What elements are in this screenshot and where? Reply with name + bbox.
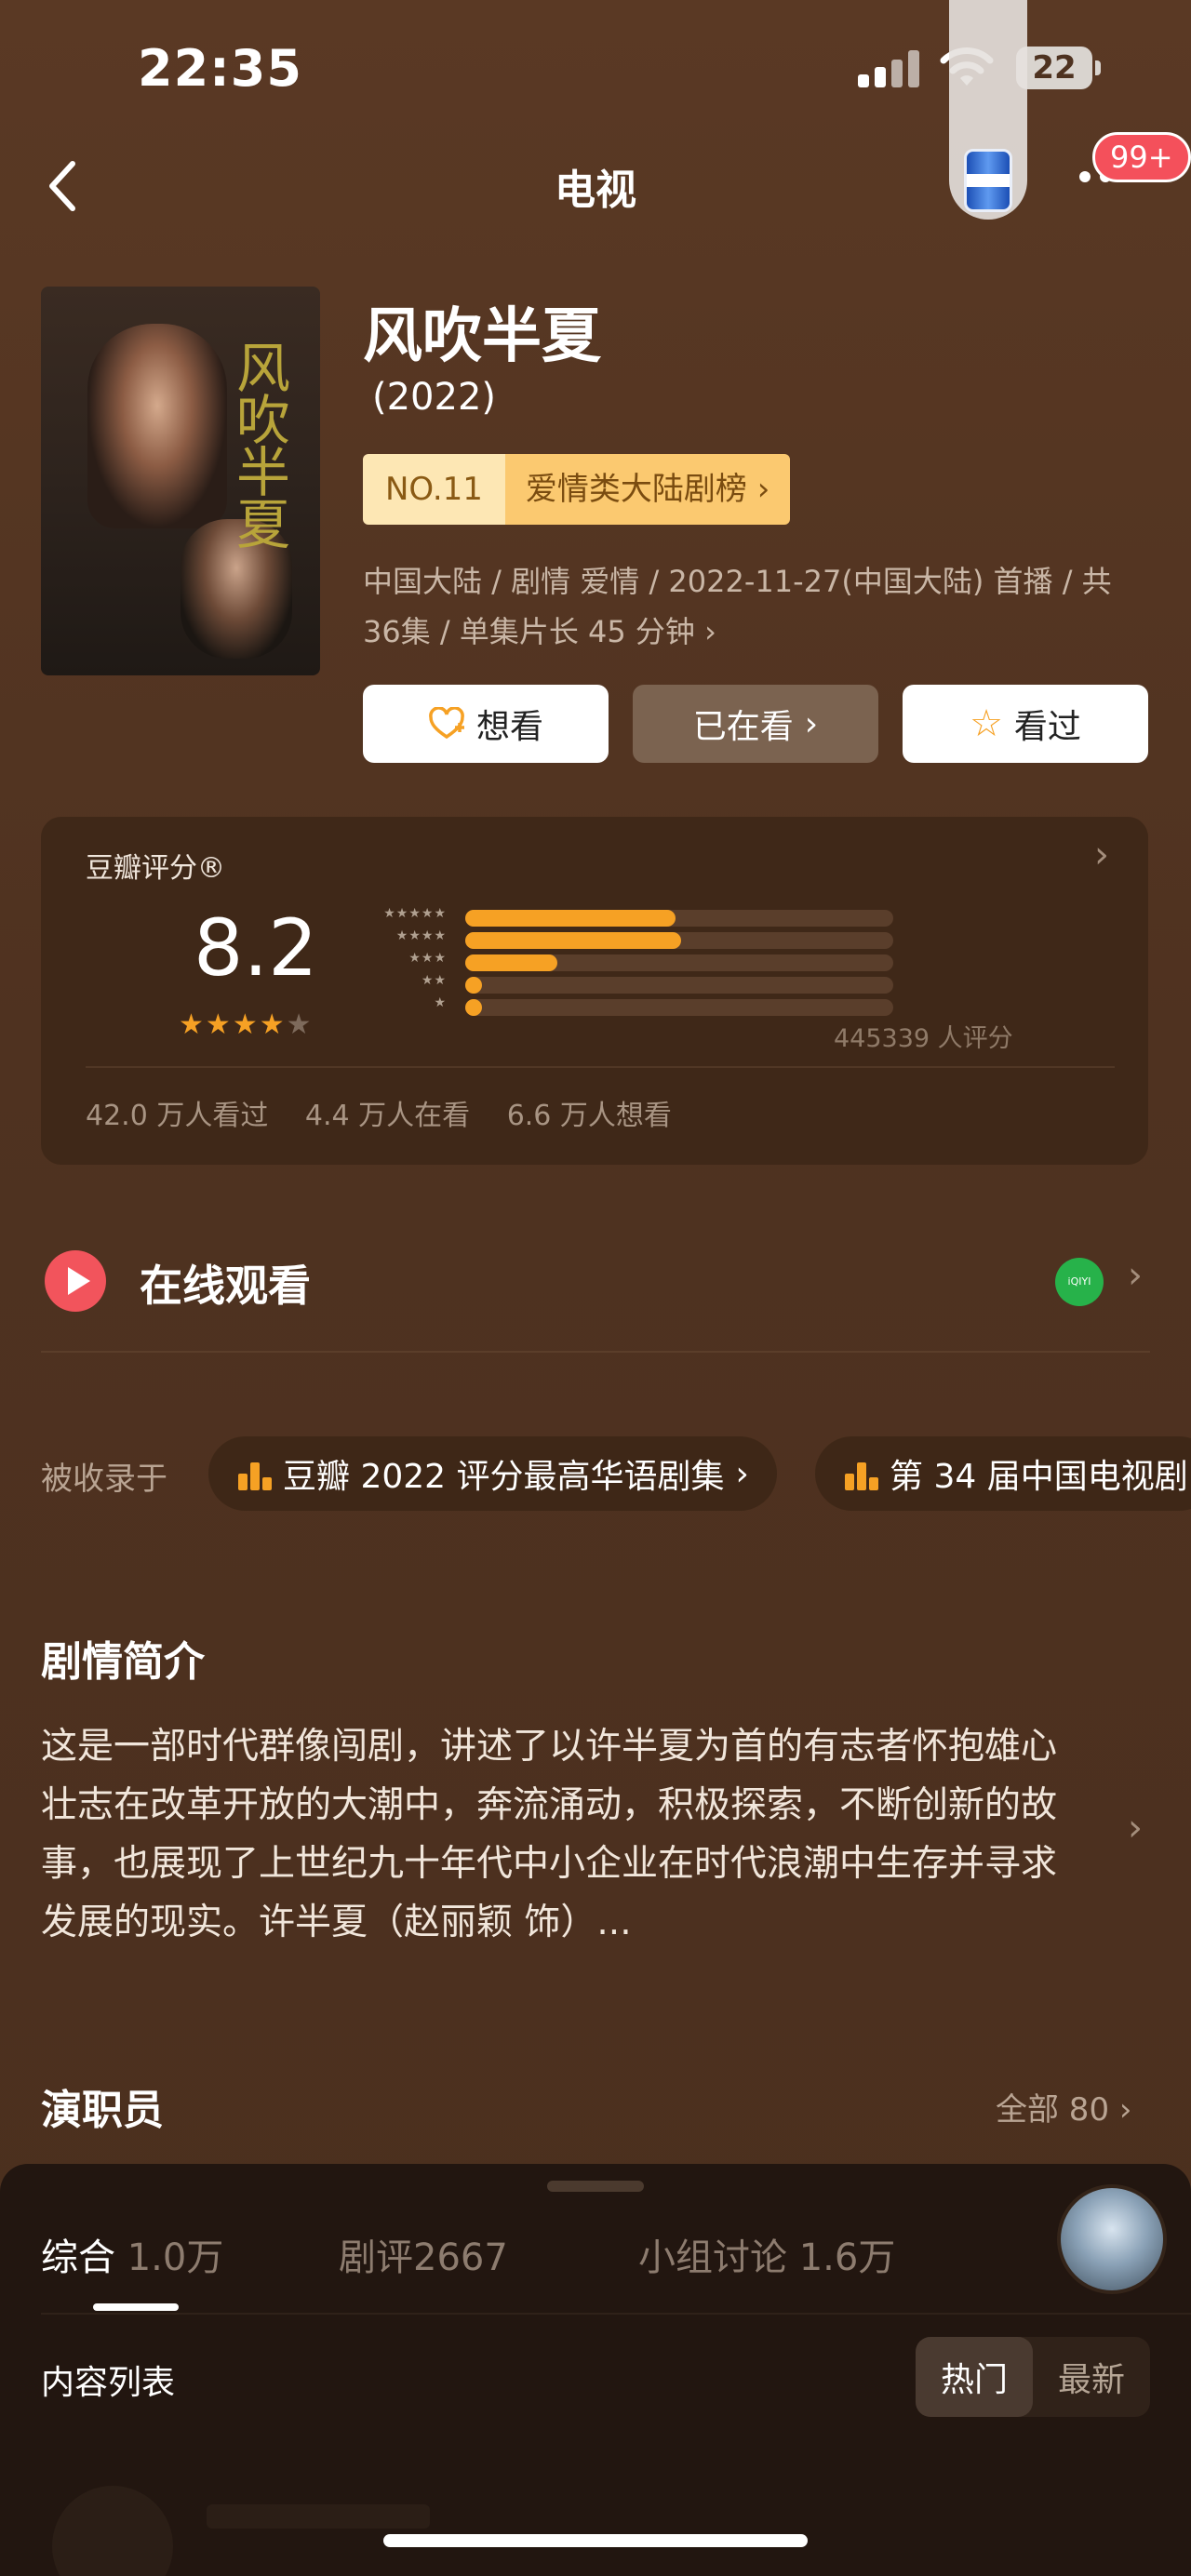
iqiyi-provider-icon[interactable]: iQIYI xyxy=(1055,1258,1104,1306)
rating-level-label: ★★★★★ xyxy=(383,906,447,921)
rating-bar-row: ★ xyxy=(354,995,893,1018)
notification-badge: 99+ xyxy=(1092,132,1191,182)
rating-bar-row: ★★★ xyxy=(354,951,893,973)
online-watch-label[interactable]: 在线观看 xyxy=(140,1252,311,1314)
rating-bar-fill xyxy=(465,977,482,994)
user-avatar[interactable] xyxy=(1057,2184,1167,2294)
rating-bar-fill xyxy=(465,932,681,949)
rating-label: 豆瓣评分® xyxy=(86,852,225,885)
synopsis-text[interactable]: 这是一部时代群像闯剧，讲述了以许半夏为首的有志者怀抱雄心壮志在改革开放的大潮中，… xyxy=(41,1717,1092,1952)
rating-bar-fill xyxy=(465,910,676,927)
rating-star-icon: ★ xyxy=(179,1008,206,1041)
chevron-right-icon: › xyxy=(1094,834,1109,876)
collection-chip[interactable]: 豆瓣 2022 评分最高华语剧集 › xyxy=(208,1436,777,1511)
stat-watching: 4.4 万人在看 xyxy=(304,1100,471,1132)
chevron-right-icon[interactable]: › xyxy=(1128,1807,1143,1849)
tab-reviews[interactable]: 剧评2667 xyxy=(339,2227,508,2281)
stat-watched: 42.0 万人看过 xyxy=(86,1100,269,1132)
rating-level-label: ★★ xyxy=(421,973,447,988)
rating-bar-track xyxy=(465,977,893,994)
tab-group-discussion[interactable]: 小组讨论 1.6万 xyxy=(638,2227,895,2281)
rating-bar-track xyxy=(465,999,893,1016)
rank-badge[interactable]: NO.11 爱情类大陆剧榜 › xyxy=(363,454,791,525)
divider xyxy=(41,2313,1191,2315)
poster-title-art: 风吹半夏 xyxy=(236,337,291,556)
rating-star-icon: ★ xyxy=(286,1008,314,1041)
placeholder-line xyxy=(207,2504,430,2529)
show-poster[interactable]: 风吹半夏 xyxy=(41,287,320,675)
rating-star-icon: ★ xyxy=(259,1008,287,1041)
rating-stats: 42.0 万人看过 4.4 万人在看 6.6 万人想看 xyxy=(86,1092,700,1133)
star-outline-icon: ☆ xyxy=(970,702,1003,745)
sort-latest-option[interactable]: 最新 xyxy=(1033,2337,1150,2417)
rank-category: 爱情类大陆剧榜 › xyxy=(504,454,791,525)
heart-plus-icon xyxy=(429,707,464,740)
rank-number: NO.11 xyxy=(363,454,505,525)
play-icon[interactable] xyxy=(45,1250,106,1312)
rating-bar-fill xyxy=(465,954,557,971)
show-title: 风吹半夏 xyxy=(363,302,601,371)
want-to-watch-button[interactable]: 想看 xyxy=(363,685,609,763)
watching-button[interactable]: 已在看 › xyxy=(633,685,878,763)
chevron-right-icon[interactable]: › xyxy=(1128,1254,1143,1297)
cast-all-link[interactable]: 全部 80 › xyxy=(996,2084,1131,2129)
bottom-sheet[interactable]: 综合 1.0万 剧评2667 小组讨论 1.6万 内容列表 热门 最新 xyxy=(0,2164,1191,2576)
placeholder-avatar xyxy=(52,2486,173,2576)
active-tab-indicator xyxy=(93,2303,179,2311)
sort-toggle[interactable]: 热门 最新 xyxy=(916,2337,1150,2417)
synopsis-title: 剧情简介 xyxy=(41,1638,205,1686)
divider xyxy=(86,1066,1115,1068)
movie-detail-page: 22:35 22 电视 99+ 风吹半夏 风吹半夏 (2022) NO.11 爱… xyxy=(0,0,1191,2576)
rating-bar-row: ★★★★★ xyxy=(354,906,893,928)
cast-title: 演职员 xyxy=(41,2087,164,2134)
rating-bar-row: ★★ xyxy=(354,973,893,995)
sheet-drag-handle[interactable] xyxy=(547,2181,644,2192)
content-list-label: 内容列表 xyxy=(41,2364,176,2402)
rating-level-label: ★ xyxy=(434,995,447,1010)
nav-title: 电视 xyxy=(555,167,636,214)
show-meta[interactable]: 中国大陆 / 剧情 爱情 / 2022-11-27(中国大陆) 首播 / 共36… xyxy=(363,556,1135,657)
stat-want: 6.6 万人想看 xyxy=(506,1100,672,1132)
rating-level-label: ★★★★ xyxy=(395,928,447,943)
status-time: 22:35 xyxy=(138,39,302,98)
divider xyxy=(41,1351,1150,1353)
rating-level-label: ★★★ xyxy=(408,951,447,966)
battery-indicator: 22 xyxy=(1016,47,1101,89)
cellular-signal-icon xyxy=(858,50,919,87)
show-year: (2022) xyxy=(372,376,497,419)
rating-card[interactable]: 豆瓣评分® › 8.2 ★★★★★ ★★★★★ ★★★★ ★★★ ★★ ★ 445339… xyxy=(41,817,1148,1165)
rating-bar-fill xyxy=(465,999,482,1016)
tab-overview[interactable]: 综合 1.0万 xyxy=(41,2227,223,2281)
home-indicator[interactable] xyxy=(383,2534,808,2547)
rating-star-icon: ★ xyxy=(205,1008,233,1041)
rating-score: 8.2 xyxy=(194,902,318,994)
collected-in-label: 被收录于 xyxy=(41,1461,167,1498)
rating-count: 445339 人评分 xyxy=(834,1024,1013,1053)
ranking-icon xyxy=(845,1457,878,1490)
watched-button[interactable]: ☆ 看过 xyxy=(903,685,1148,763)
sort-hot-option[interactable]: 热门 xyxy=(916,2337,1033,2417)
rating-bar-row: ★★★★ xyxy=(354,928,893,951)
collection-chip[interactable]: 第 34 届中国电视剧 xyxy=(815,1436,1191,1511)
rating-stars: ★★★★★ xyxy=(179,1008,314,1041)
ranking-icon xyxy=(238,1457,272,1490)
rating-star-icon: ★ xyxy=(232,1008,260,1041)
